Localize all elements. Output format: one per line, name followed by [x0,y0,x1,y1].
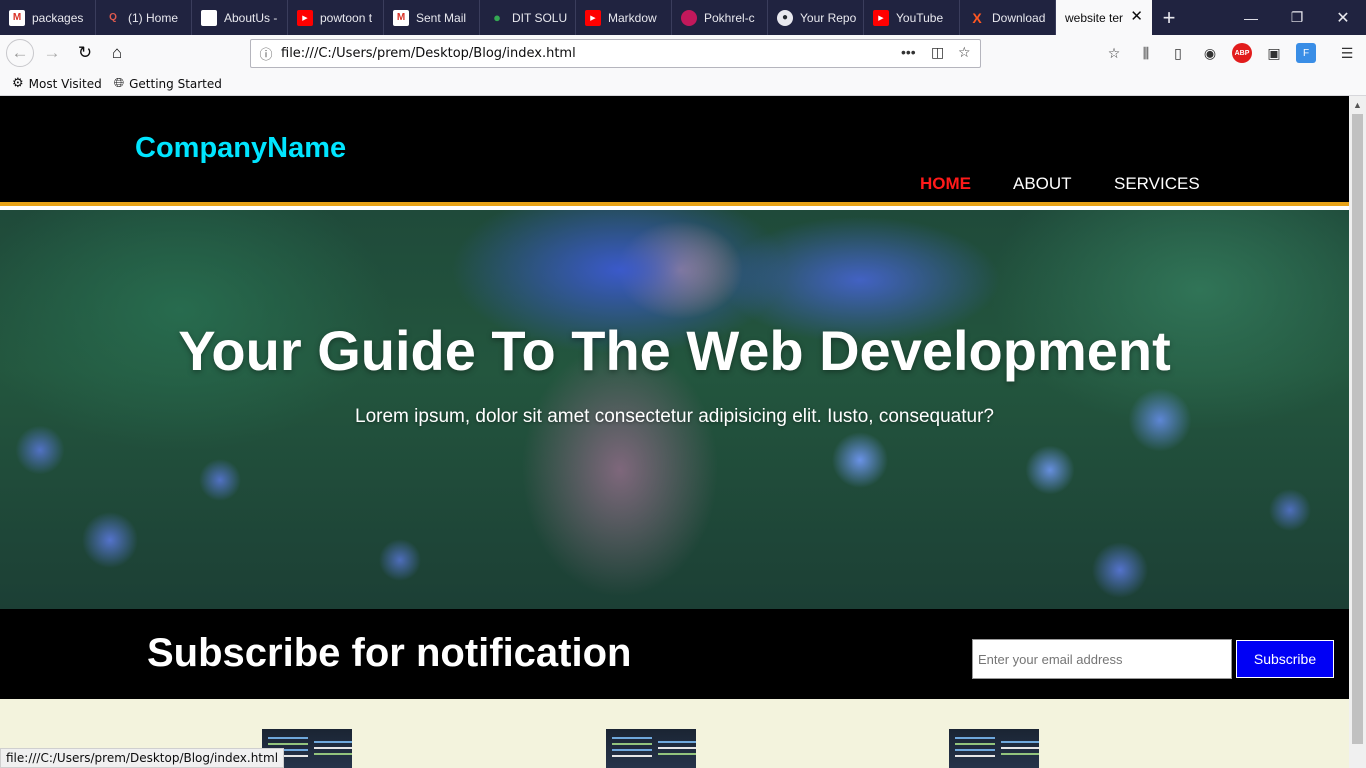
quora-icon: Q [109,12,117,23]
maps-icon: ● [493,10,501,25]
bookmark-star-icon[interactable]: ☆ [958,44,971,61]
url-text[interactable]: file:///C:/Users/prem/Desktop/Blog/index… [281,46,576,61]
gmail-icon: M [393,9,409,26]
tab-download[interactable]: X Download [960,0,1056,35]
scrollbar-thumb[interactable] [1352,114,1363,744]
navigation-toolbar: ← → ↻ ⌂ ⓘ file:///C:/Users/prem/Desktop/… [0,35,1366,72]
tab-website-template[interactable]: website ter ✕ [1056,0,1152,35]
close-window-button[interactable]: ✕ [1320,0,1366,35]
tab-dit-solutions[interactable]: ● DIT SOLU [480,0,576,35]
tab-title: AboutUs - [224,10,278,25]
tab-strip: M packages Q (1) Home AboutUs - ▶ powtoo… [0,0,1366,35]
tab-aboutus[interactable]: AboutUs - [192,0,288,35]
tab-markdown[interactable]: ▶ Markdow [576,0,672,35]
youtube-icon: ▶ [297,9,313,26]
tab-title: Sent Mail [416,10,467,25]
bookmarks-menu-icon[interactable]: ☆ [1104,43,1124,63]
adblock-icon[interactable]: ABP [1232,43,1252,63]
site-header: CompanyName HOME ABOUT SERVICES [0,96,1349,206]
minimize-button[interactable]: — [1228,0,1274,35]
menu-icon[interactable]: ☰ [1337,43,1357,63]
extension-icon[interactable]: F [1296,43,1316,63]
back-button[interactable]: ← [6,39,34,67]
tab-title: Download [992,10,1046,25]
tab-packages[interactable]: M packages [0,0,96,35]
close-tab-icon[interactable]: ✕ [1130,9,1143,24]
bookmark-most-visited[interactable]: ⚙ Most Visited [12,76,102,91]
tab-your-repo[interactable]: ● Your Repo [768,0,864,35]
restore-button[interactable]: ❐ [1274,0,1320,35]
box-image [949,729,1039,768]
app-icon [681,9,697,26]
bookmarks-toolbar: ⚙ Most Visited 🌐︎ Getting Started [0,72,1366,96]
bookmark-getting-started[interactable]: 🌐︎ Getting Started [114,76,222,91]
info-icon[interactable]: ⓘ [251,44,281,63]
account-icon[interactable]: ◉ [1200,43,1220,63]
x-icon: X [972,9,982,26]
pocket-icon[interactable]: ◫ [931,44,944,61]
library-icon[interactable]: ⫼ [1136,43,1156,63]
forward-button[interactable]: → [38,39,66,67]
tab-title: DIT SOLU [512,10,568,25]
github-icon: ● [777,9,793,26]
hero-subtitle: Lorem ipsum, dolor sit amet consectetur … [355,406,994,427]
subscribe-section: Subscribe for notification Subscribe [0,609,1349,699]
tab-sent-mail[interactable]: M Sent Mail [384,0,480,35]
subscribe-title: Subscribe for notification [147,631,632,675]
tab-title: Your Repo [800,10,857,25]
sidebar-icon[interactable]: ▯ [1168,43,1188,63]
page-viewport: CompanyName HOME ABOUT SERVICES Your Gui… [0,96,1349,768]
hero-title: Your Guide To The Web Development [178,319,1171,382]
tab-powtoon[interactable]: ▶ powtoon t [288,0,384,35]
bookmark-label: Getting Started [129,76,222,91]
page-scrollbar[interactable]: ▲ [1349,96,1366,768]
email-input[interactable] [972,639,1232,679]
tab-title: powtoon t [320,10,373,25]
reload-button[interactable]: ↻ [71,39,99,67]
gmail-icon: M [9,9,25,26]
page-actions-icon[interactable]: ••• [901,44,916,60]
nav-services[interactable]: SERVICES [1114,174,1200,194]
youtube-icon: ▶ [585,9,601,26]
scroll-up-icon[interactable]: ▲ [1349,96,1366,113]
new-tab-button[interactable]: + [1152,0,1186,35]
hero-banner: Your Guide To The Web Development Lorem … [0,210,1349,609]
youtube-icon: ▶ [873,9,889,26]
tab-title: YouTube [896,10,944,25]
tab-pokhrel[interactable]: Pokhrel-c [672,0,768,35]
tab-title: Markdow [608,10,657,25]
document-icon [201,9,217,26]
home-button[interactable]: ⌂ [103,39,131,67]
tab-title: website ter [1065,10,1124,25]
tab-title: (1) Home [128,10,179,25]
globe-icon: 🌐︎ [113,76,125,91]
tab-youtube[interactable]: ▶ YouTube [864,0,960,35]
subscribe-button[interactable]: Subscribe [1236,640,1334,678]
tab-title: Pokhrel-c [704,10,755,25]
status-bar: file:///C:/Users/prem/Desktop/Blog/index… [0,748,285,768]
nav-about[interactable]: ABOUT [1013,174,1072,194]
bookmark-label: Most Visited [28,76,102,91]
extension-icon[interactable]: ▣ [1264,43,1284,63]
tab-title: packages [32,10,84,25]
tab-home[interactable]: Q (1) Home [96,0,192,35]
company-logo[interactable]: CompanyName [135,132,346,165]
box-image [606,729,696,768]
address-bar[interactable]: ⓘ file:///C:/Users/prem/Desktop/Blog/ind… [250,39,981,68]
nav-home[interactable]: HOME [920,174,971,194]
gear-icon: ⚙ [12,76,24,91]
